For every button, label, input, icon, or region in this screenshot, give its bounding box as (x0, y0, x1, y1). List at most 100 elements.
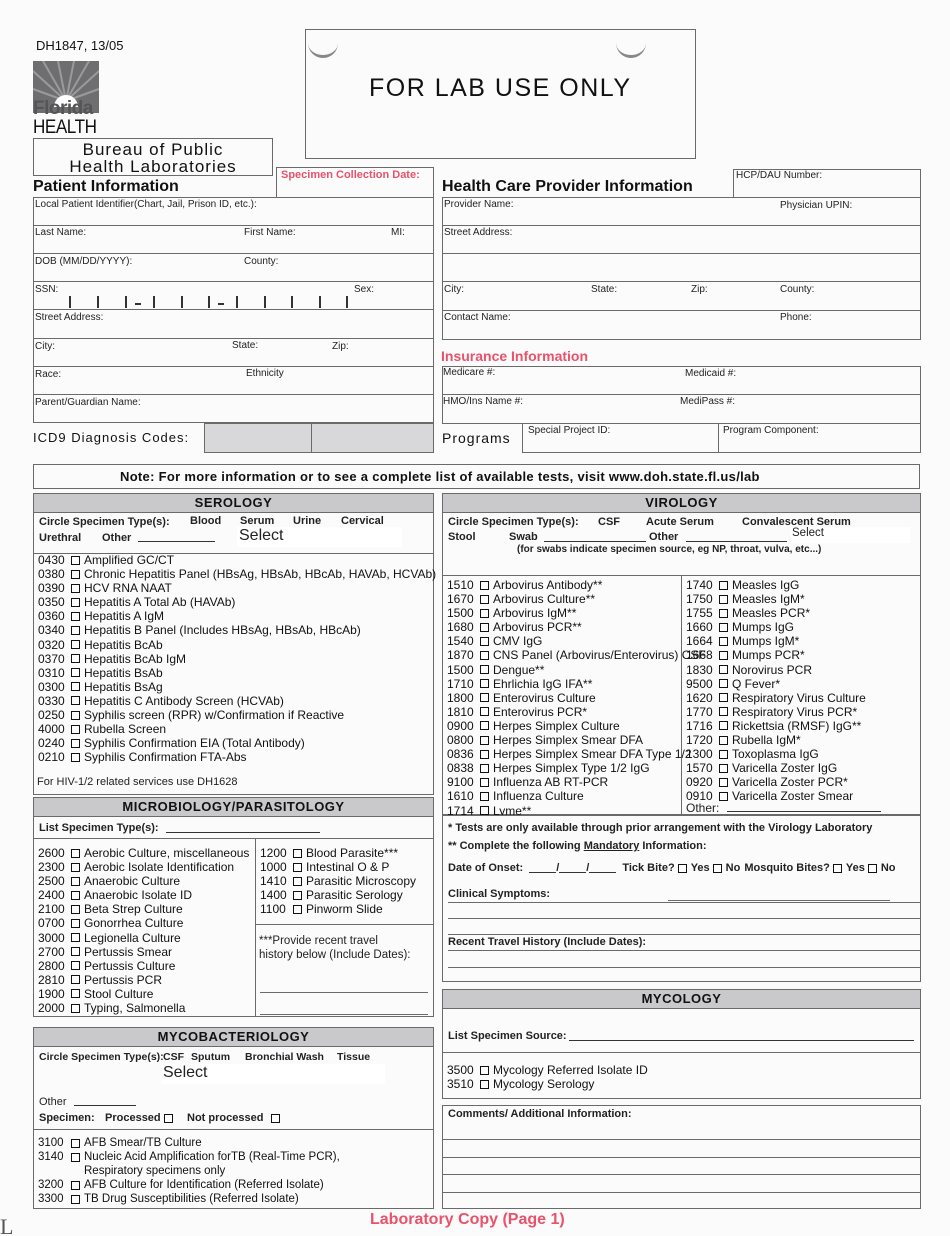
test-checkbox[interactable] (480, 665, 489, 675)
test-checkbox[interactable] (480, 721, 489, 731)
test-checkbox[interactable] (719, 721, 728, 731)
test-checkbox[interactable] (480, 651, 489, 661)
micro-travel-line-1[interactable] (260, 992, 428, 993)
test-item[interactable]: 0370 Hepatitis BcAb IgM (38, 652, 436, 666)
test-item[interactable]: 2300 Aerobic Isolate Identification (38, 860, 249, 874)
test-checkbox[interactable] (71, 654, 80, 664)
onset-month-input[interactable] (529, 863, 557, 873)
serology-other-input[interactable] (138, 532, 215, 542)
test-item[interactable]: 1870 CNS Panel (Arbovirus/Enterovirus) CS… (447, 648, 706, 662)
clinical-line-1[interactable] (668, 900, 890, 901)
test-item[interactable]: 2400 Anaerobic Isolate ID (38, 888, 249, 902)
test-checkbox[interactable] (480, 693, 489, 703)
test-checkbox[interactable] (293, 890, 302, 900)
test-checkbox[interactable] (71, 597, 80, 607)
test-item[interactable]: 2700 Pertussis Smear (38, 945, 249, 959)
test-item[interactable]: 2600 Aerobic Culture, miscellaneous (38, 846, 249, 860)
serology-type-serum[interactable]: Serum (240, 515, 274, 527)
test-item[interactable]: 4000 Rubella Screen (38, 722, 436, 736)
test-item[interactable]: 0340 Hepatitis B Panel (Includes HBsAg, H… (38, 623, 436, 637)
micro-specimen-input[interactable] (166, 823, 320, 833)
mycobact-specimen-select[interactable]: Select (161, 1064, 385, 1084)
test-item[interactable]: 1620 Respiratory Virus Culture (686, 691, 866, 705)
test-checkbox[interactable] (480, 707, 489, 717)
test-checkbox[interactable] (293, 904, 302, 914)
test-item[interactable]: 1540 CMV IgG (447, 634, 706, 648)
serology-type-blood[interactable]: Blood (190, 515, 221, 527)
test-item[interactable]: 0380 Chronic Hepatitis Panel (HBsAg, HBsA… (38, 567, 436, 581)
icd9-field-2[interactable] (311, 423, 434, 453)
test-checkbox[interactable] (719, 594, 728, 604)
test-checkbox[interactable] (480, 749, 489, 759)
virology-type-stool[interactable]: Stool (448, 531, 476, 543)
virology-other-input[interactable] (686, 532, 787, 542)
test-item[interactable]: 9500 Q Fever* (686, 677, 866, 691)
test-checkbox[interactable] (71, 1003, 80, 1013)
test-checkbox[interactable] (71, 1138, 80, 1148)
test-item[interactable]: 1410 Parasitic Microscopy (260, 874, 416, 888)
test-item[interactable]: 2100 Beta Strep Culture (38, 902, 249, 916)
travel-line-1[interactable] (448, 950, 920, 951)
travel-line-2[interactable] (448, 967, 920, 968)
test-item[interactable]: 0800 Herpes Simplex Smear DFA (447, 733, 706, 747)
test-checkbox[interactable] (71, 933, 80, 943)
mycobact-type-bronchial[interactable]: Bronchial Wash (245, 1051, 324, 1063)
test-checkbox[interactable] (71, 904, 80, 914)
virology-specimen-select[interactable]: Select (790, 527, 910, 543)
processed-checkbox[interactable] (164, 1114, 173, 1123)
mycobact-type-sputum[interactable]: Sputum (191, 1051, 230, 1063)
test-checkbox[interactable] (71, 961, 80, 971)
mycobact-other-input[interactable] (74, 1096, 136, 1106)
test-checkbox[interactable] (480, 777, 489, 787)
not-processed-checkbox[interactable] (271, 1114, 280, 1123)
test-item[interactable]: 3100 AFB Smear/TB Culture (38, 1136, 340, 1150)
test-checkbox[interactable] (480, 791, 489, 801)
test-checkbox[interactable] (71, 975, 80, 985)
test-item[interactable]: 3510 Mycology Serology (447, 1077, 648, 1091)
test-item[interactable]: 1740 Measles IgG (686, 578, 866, 592)
test-checkbox[interactable] (71, 1194, 80, 1204)
test-item[interactable]: 0330 Hepatitis C Antibody Screen (HCVAb) (38, 694, 436, 708)
test-checkbox[interactable] (719, 622, 728, 632)
test-checkbox[interactable] (480, 1065, 489, 1075)
test-item[interactable]: 0700 Gonorrhea Culture (38, 916, 249, 930)
test-checkbox[interactable] (71, 682, 80, 692)
test-item[interactable]: 0240 Syphilis Confirmation EIA (Total Ant… (38, 736, 436, 750)
test-item[interactable]: 0430 Amplified GC/CT (38, 553, 436, 567)
test-checkbox[interactable] (293, 876, 302, 886)
test-item[interactable]: 2500 Anaerobic Culture (38, 874, 249, 888)
mycobact-type-csf[interactable]: CSF (163, 1051, 184, 1063)
test-item[interactable]: 1668 Mumps PCR* (686, 648, 866, 662)
test-item[interactable]: 0350 Hepatitis A Total Ab (HAVAb) (38, 595, 436, 609)
tick-no-checkbox[interactable] (712, 863, 722, 873)
test-item[interactable]: 0838 Herpes Simplex Type 1/2 IgG (447, 761, 706, 775)
onset-year-input[interactable] (589, 863, 617, 873)
test-checkbox[interactable] (293, 848, 302, 858)
mycobact-type-tissue[interactable]: Tissue (337, 1051, 370, 1063)
test-item[interactable]: 0210 Syphilis Confirmation FTA-Abs (38, 750, 436, 764)
test-checkbox[interactable] (71, 668, 80, 678)
test-checkbox[interactable] (719, 665, 728, 675)
test-item[interactable]: 1810 Enterovirus PCR* (447, 705, 706, 719)
test-checkbox[interactable] (71, 710, 80, 720)
test-checkbox[interactable] (71, 611, 80, 621)
test-item[interactable]: 0310 Hepatitis BsAb (38, 666, 436, 680)
test-checkbox[interactable] (293, 862, 302, 872)
test-item[interactable]: 3300 TB Drug Susceptibilities (Referred I… (38, 1192, 340, 1206)
test-checkbox[interactable] (719, 580, 728, 590)
test-item[interactable]: 1000 Intestinal O & P (260, 860, 416, 874)
test-item[interactable]: 2810 Pertussis PCR (38, 973, 249, 987)
test-item[interactable]: 1400 Parasitic Serology (260, 888, 416, 902)
serology-type-urethral[interactable]: Urethral (39, 532, 81, 544)
virology-swab-input[interactable] (544, 532, 646, 542)
test-checkbox[interactable] (71, 583, 80, 593)
test-item[interactable]: 1200 Blood Parasite*** (260, 846, 416, 860)
test-checkbox[interactable] (71, 848, 80, 858)
test-item[interactable]: 3140 Nucleic Acid Amplification forTB (Re… (38, 1150, 340, 1164)
test-item[interactable]: 0900 Herpes Simplex Culture (447, 719, 706, 733)
test-checkbox[interactable] (71, 1180, 80, 1190)
mosquito-yes-checkbox[interactable] (832, 863, 842, 873)
test-checkbox[interactable] (71, 555, 80, 565)
test-item[interactable]: 1570 Varicella Zoster IgG (686, 761, 866, 775)
ssn-input[interactable] (34, 294, 354, 308)
